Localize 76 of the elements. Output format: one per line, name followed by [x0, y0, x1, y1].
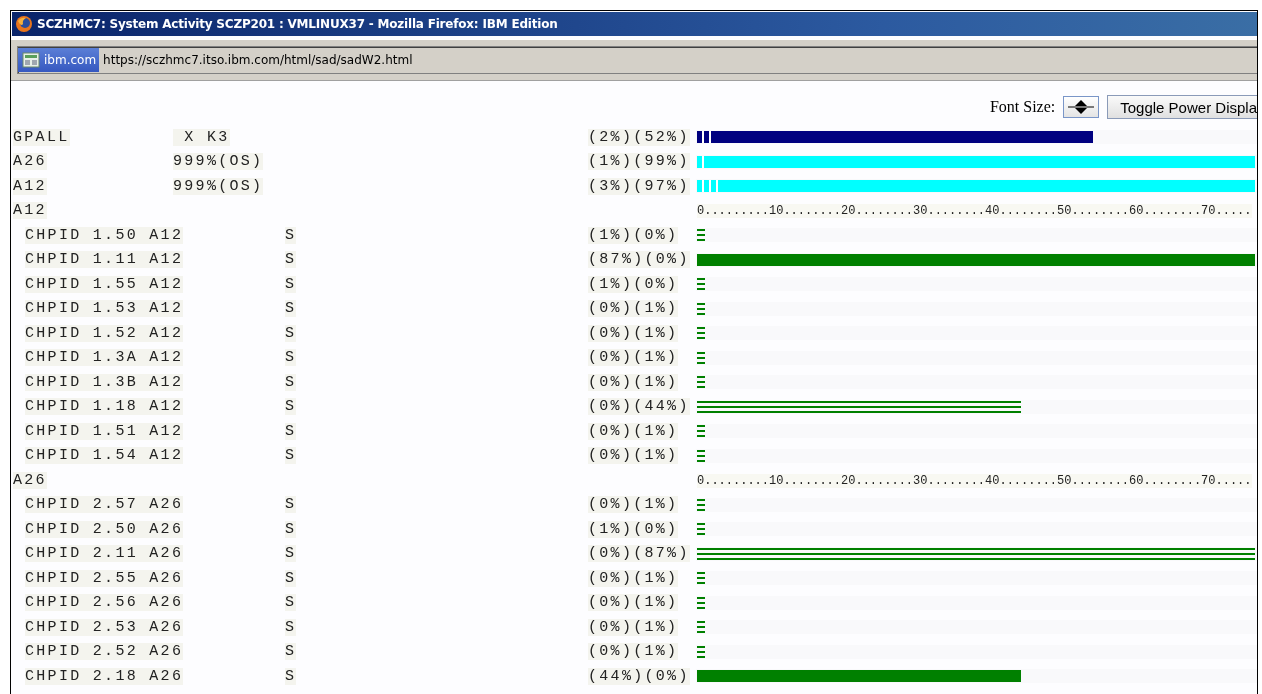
- usage-values: (2%)(52%): [588, 128, 690, 146]
- usage-values: (0%)(1%): [588, 594, 679, 612]
- channel-name: CHPID 1.11 A12: [25, 251, 184, 269]
- channel-name: CHPID 1.3A A12: [25, 349, 184, 367]
- channel-flag: S: [285, 545, 297, 563]
- usage-values: (0%)(1%): [588, 324, 679, 342]
- usage-values: (0%)(1%): [588, 447, 679, 465]
- channel-name: CHPID 1.51 A12: [25, 422, 184, 440]
- font-size-label: Font Size:: [989, 98, 1056, 116]
- channel-flag: S: [285, 447, 297, 465]
- channel-name: CHPID 1.3B A12: [25, 373, 184, 391]
- channel-name: CHPID 2.52 A26: [25, 643, 184, 661]
- channel-name: CHPID 2.50 A26: [25, 520, 184, 538]
- window-title: SCZHMC7: System Activity SCZP201 : VMLINUX37 - Mozilla Firefox: IBM Edition: [37, 17, 558, 31]
- font-size-spinner[interactable]: [1063, 96, 1100, 118]
- usage-values: (0%)(1%): [588, 422, 679, 440]
- channel-flag: S: [285, 300, 297, 318]
- usage-values: (0%)(1%): [588, 569, 679, 587]
- web-page-icon: [22, 52, 40, 68]
- channel-flag: S: [285, 643, 297, 661]
- channel-name: CHPID 1.52 A12: [25, 324, 184, 342]
- usage-values: (87%)(0%): [588, 251, 690, 269]
- channel-flag: S: [285, 667, 297, 685]
- scale-ruler: 0.........10........20........30........40........50........60........70.....: [697, 473, 1252, 488]
- usage-values: (0%)(1%): [588, 300, 679, 318]
- channel-name: CHPID 2.53 A26: [25, 618, 184, 636]
- system-name: A26: [13, 153, 47, 171]
- channel-flag: S: [285, 520, 297, 538]
- usage-values: (0%)(87%): [588, 545, 690, 563]
- channel-flag: S: [285, 618, 297, 636]
- usage-values: (0%)(1%): [588, 349, 679, 367]
- channel-name: CHPID 1.55 A12: [25, 275, 184, 293]
- system-info: X K3: [173, 128, 230, 146]
- channel-flag: S: [285, 496, 297, 514]
- channel-flag: S: [285, 275, 297, 293]
- channel-name: CHPID 1.50 A12: [25, 226, 184, 244]
- channel-name: CHPID 2.55 A26: [25, 569, 184, 587]
- channel-name: CHPID 2.18 A26: [25, 667, 184, 685]
- usage-values: (0%)(1%): [588, 373, 679, 391]
- url-text: https://sczhmc7.itso.ibm.com/html/sad/sadW2.html: [103, 53, 413, 67]
- usage-values: (0%)(1%): [588, 643, 679, 661]
- channel-flag: S: [285, 594, 297, 612]
- usage-values: (44%)(0%): [588, 667, 690, 685]
- channel-flag: S: [285, 324, 297, 342]
- channel-flag: S: [285, 349, 297, 367]
- channel-flag: S: [285, 226, 297, 244]
- usage-values: (1%)(0%): [588, 275, 679, 293]
- site-identity-button[interactable]: ibm.com: [18, 48, 100, 72]
- browser-logo-icon: [15, 15, 33, 33]
- channel-flag: S: [285, 398, 297, 416]
- usage-values: (1%)(0%): [588, 520, 679, 538]
- toggle-power-button[interactable]: Toggle Power Displa: [1107, 95, 1257, 119]
- channel-name: CHPID 1.54 A12: [25, 447, 184, 465]
- channel-name: CHPID 1.53 A12: [25, 300, 184, 318]
- channel-name: CHPID 1.18 A12: [25, 398, 184, 416]
- usage-values: (0%)(44%): [588, 398, 690, 416]
- channel-name: CHPID 2.57 A26: [25, 496, 184, 514]
- channel-flag: S: [285, 251, 297, 269]
- group-name: A26: [13, 471, 47, 489]
- system-name: GPALL: [13, 128, 70, 146]
- usage-values: (3%)(97%): [588, 177, 690, 195]
- system-name: A12: [13, 177, 47, 195]
- address-field[interactable]: ibm.com https://sczhmc7.itso.ibm.com/html/sad/sadW2.html: [17, 46, 1257, 74]
- group-name: A12: [13, 202, 47, 220]
- channel-name: CHPID 2.11 A26: [25, 545, 184, 563]
- usage-values: (1%)(99%): [588, 153, 690, 171]
- usage-values: (0%)(1%): [588, 618, 679, 636]
- channel-name: CHPID 2.56 A26: [25, 594, 184, 612]
- system-info: 999%(OS): [173, 177, 264, 195]
- system-info: 999%(OS): [173, 153, 264, 171]
- channel-flag: S: [285, 422, 297, 440]
- channel-flag: S: [285, 569, 297, 587]
- scale-ruler: 0.........10........20........30........40........50........60........70.....: [697, 204, 1252, 219]
- channel-flag: S: [285, 373, 297, 391]
- usage-values: (1%)(0%): [588, 226, 679, 244]
- usage-values: (0%)(1%): [588, 496, 679, 514]
